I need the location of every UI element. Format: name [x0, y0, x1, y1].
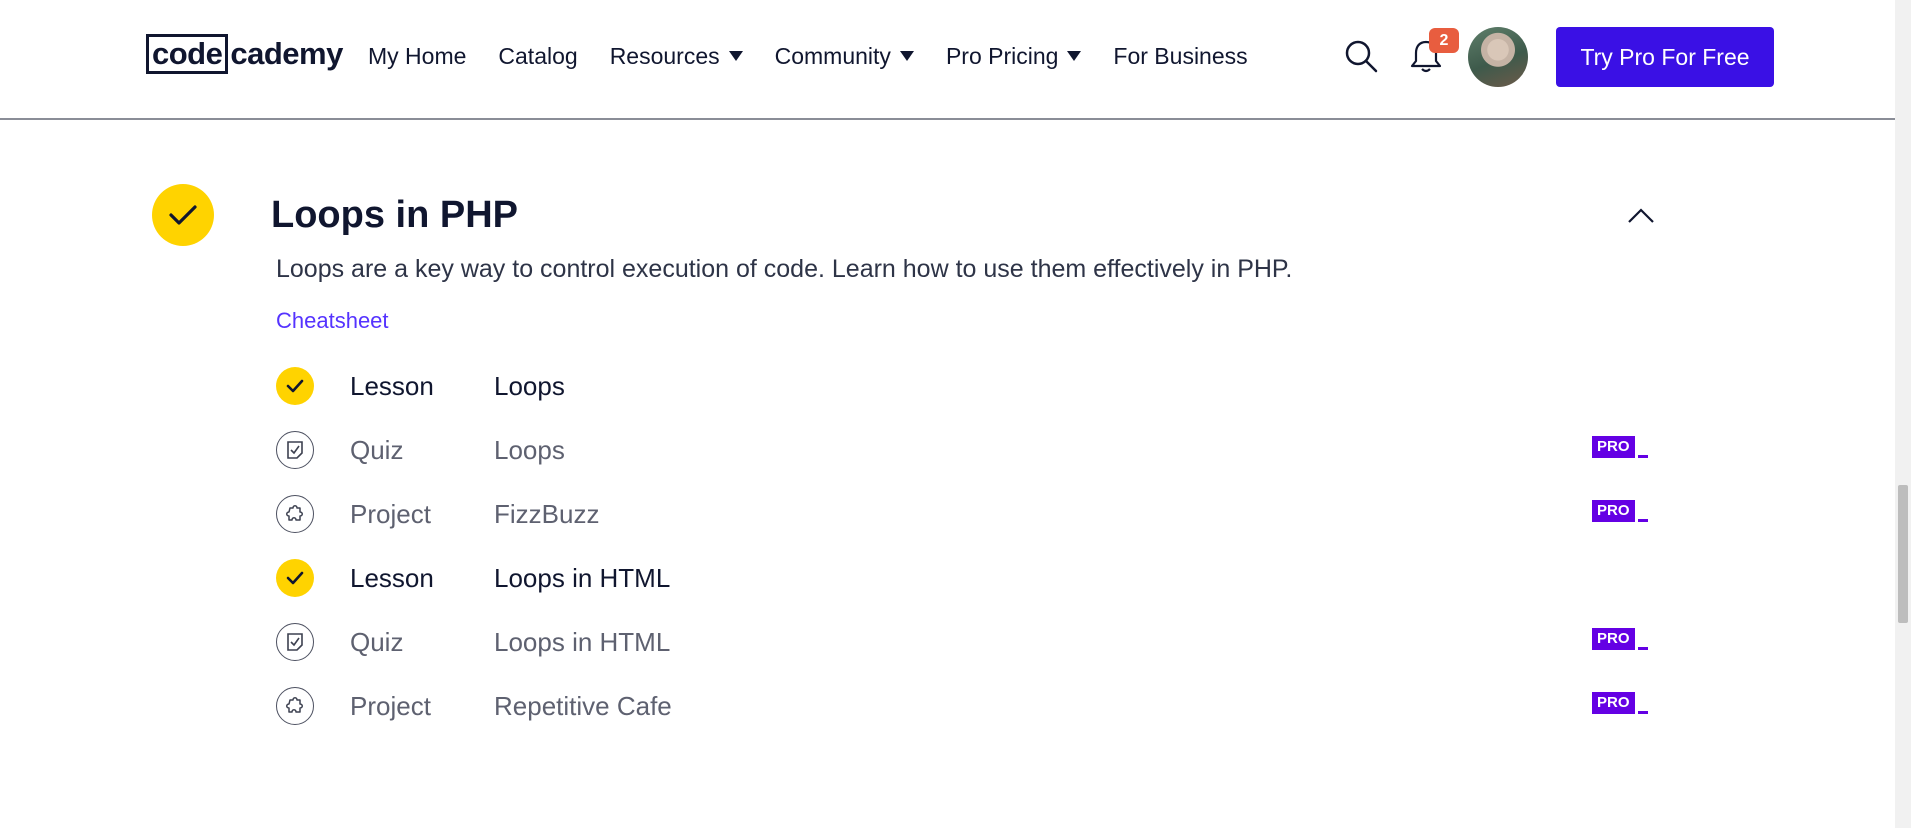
nav-resources[interactable]: Resources [610, 38, 743, 74]
nav-for-business[interactable]: For Business [1113, 38, 1247, 74]
caret-down-icon [728, 51, 743, 61]
nav-label: Resources [609, 43, 720, 69]
quiz-icon [276, 623, 314, 661]
pro-badge-label: PRO [1592, 500, 1635, 522]
check-icon [276, 367, 314, 405]
try-pro-button[interactable]: Try Pro For Free [1556, 27, 1774, 87]
nav-community[interactable]: Community [775, 38, 914, 74]
item-type: Lesson [350, 371, 434, 401]
content-item-row[interactable]: Project FizzBuzz PRO [276, 494, 1652, 534]
pro-badge-label: PRO [1592, 436, 1635, 458]
item-type: Lesson [350, 563, 434, 593]
content-item-row[interactable]: Lesson Loops in HTML [276, 558, 1652, 598]
codecademy-logo[interactable]: code cademy [146, 34, 343, 74]
content-item-row[interactable]: Lesson Loops [276, 366, 1652, 406]
puzzle-icon [276, 495, 314, 533]
quiz-icon [276, 431, 314, 469]
nav-label: For Business [1113, 43, 1248, 69]
logo-boxed-text: code [146, 34, 229, 74]
item-name: FizzBuzz [494, 499, 600, 529]
pro-badge: PRO [1592, 692, 1648, 720]
item-type: Project [350, 691, 431, 721]
pro-badge-label: PRO [1592, 692, 1635, 714]
nav-label: Pro Pricing [945, 43, 1059, 69]
chevron-up-icon[interactable] [1626, 202, 1656, 228]
item-name: Loops in HTML [494, 563, 671, 593]
pro-badge-cursor [1637, 519, 1648, 522]
nav-pro-pricing[interactable]: Pro Pricing [945, 38, 1082, 74]
module-complete-check-icon [152, 184, 214, 246]
pro-badge: PRO [1592, 628, 1648, 656]
module-description: Loops are a key way to control execution… [276, 255, 1293, 283]
content-item-row[interactable]: Quiz Loops in HTML PRO [276, 622, 1652, 662]
scrollbar-track[interactable] [1895, 0, 1911, 828]
content-item-row[interactable]: Quiz Loops PRO [276, 430, 1652, 470]
pro-badge: PRO [1592, 436, 1648, 464]
puzzle-icon [276, 687, 314, 725]
content-item-row[interactable]: Project Repetitive Cafe PRO [276, 686, 1652, 726]
nav-my-home[interactable]: My Home [368, 38, 466, 74]
nav-label: My Home [368, 43, 467, 69]
search-icon[interactable] [1343, 38, 1379, 74]
item-name: Loops in HTML [494, 627, 671, 657]
pro-badge: PRO [1592, 500, 1648, 528]
item-name: Loops [494, 435, 565, 465]
item-name: Loops [494, 371, 565, 401]
pro-badge-cursor [1637, 711, 1648, 714]
pro-badge-label: PRO [1592, 628, 1635, 650]
top-nav-bar: code cademy My Home Catalog Resources Com… [0, 0, 1895, 120]
caret-down-icon [899, 51, 914, 61]
item-type: Quiz [350, 627, 404, 657]
scrollbar-thumb[interactable] [1898, 485, 1908, 623]
item-type: Quiz [350, 435, 404, 465]
pro-badge-cursor [1637, 647, 1648, 650]
item-name: Repetitive Cafe [494, 691, 672, 721]
check-icon [276, 559, 314, 597]
nav-label: Catalog [498, 43, 578, 69]
cheatsheet-link[interactable]: Cheatsheet [276, 305, 389, 337]
nav-catalog[interactable]: Catalog [498, 38, 577, 74]
logo-rest-text: cademy [230, 36, 343, 71]
nav-label: Community [774, 43, 891, 69]
notification-count-badge: 2 [1429, 28, 1459, 53]
module-title: Loops in PHP [271, 194, 518, 236]
user-avatar[interactable] [1468, 27, 1528, 87]
pro-badge-cursor [1637, 455, 1648, 458]
caret-down-icon [1067, 51, 1082, 61]
main-nav: My Home Catalog Resources Community Pro … [368, 38, 1248, 74]
item-type: Project [350, 499, 431, 529]
